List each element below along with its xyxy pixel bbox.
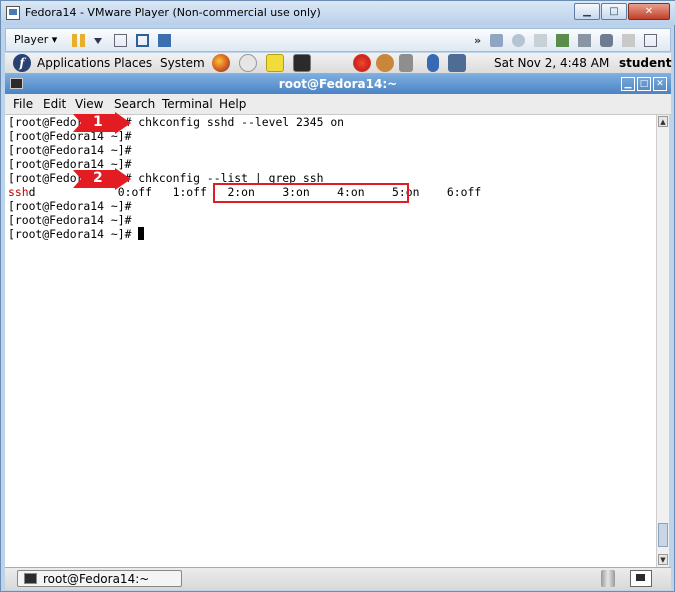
callout-arrow-2: 2	[73, 168, 133, 190]
terminal-scrollbar[interactable]: ▲ ▼	[656, 115, 669, 567]
terminal-launcher-icon[interactable]	[293, 54, 311, 72]
places-menu[interactable]: Places	[114, 56, 152, 70]
terminal-cursor	[138, 227, 145, 240]
printer-icon[interactable]	[578, 34, 591, 47]
red-arrow-icon	[73, 168, 131, 190]
terminal-window-controls: ▁ □ ✕	[619, 77, 667, 91]
network-status-icon[interactable]	[448, 54, 466, 72]
terminal-minimize-button[interactable]: ▁	[621, 77, 635, 91]
sound-card-icon[interactable]	[622, 34, 635, 47]
grep-match-highlight: ssh	[8, 185, 29, 199]
update-notifier-icon[interactable]	[353, 54, 371, 72]
applications-menu[interactable]: Applications	[37, 56, 110, 70]
callout-number-2: 2	[93, 170, 103, 186]
gnome-bottom-panel: root@Fedora14:~	[5, 567, 671, 590]
terminal-line: [root@Fedora14 ~]# chkconfig sshd --leve…	[8, 115, 345, 129]
terminal-icon	[24, 573, 37, 584]
menu-view[interactable]: View	[75, 97, 103, 111]
menu-file[interactable]: File	[13, 97, 33, 111]
terminal-line: [root@Fedora14 ~]#	[8, 199, 132, 213]
menu-search[interactable]: Search	[114, 97, 155, 111]
evolution-mail-icon[interactable]	[239, 54, 257, 72]
vmware-window-title: Fedora14 - VMware Player (Non-commercial…	[25, 6, 321, 19]
menu-edit[interactable]: Edit	[43, 97, 66, 111]
user-menu[interactable]: student	[619, 56, 671, 70]
runlevel-highlight-box	[213, 183, 409, 203]
terminal-line: [root@Fedora14 ~]#	[8, 227, 145, 241]
taskbar-terminal-label: root@Fedora14:~	[43, 572, 150, 586]
vmware-app-icon	[6, 6, 20, 20]
terminal-maximize-button[interactable]: □	[637, 77, 651, 91]
close-button[interactable]: ✕	[628, 3, 670, 20]
menu-help[interactable]: Help	[219, 97, 246, 111]
unity-icon[interactable]	[158, 34, 171, 47]
network-adapter-icon[interactable]	[556, 34, 569, 47]
fullscreen-icon[interactable]	[136, 34, 149, 47]
callout-arrow-1: 1	[73, 112, 133, 134]
vmware-title-bar: Fedora14 - VMware Player (Non-commercial…	[1, 1, 675, 25]
terminal-prompt: [root@Fedora14 ~]#	[8, 227, 139, 241]
minimize-button[interactable]: ▁	[574, 3, 600, 20]
more-arrows-icon[interactable]: »	[474, 34, 487, 47]
chevron-down-icon[interactable]	[94, 38, 102, 44]
volume-icon[interactable]	[399, 54, 413, 72]
package-icon[interactable]	[376, 54, 394, 72]
scroll-down-arrow-icon[interactable]: ▼	[658, 554, 668, 565]
message-log-icon[interactable]	[644, 34, 657, 47]
window-controls: ▁ □ ✕	[573, 3, 670, 20]
callout-number-1: 1	[93, 114, 103, 130]
scrollbar-thumb[interactable]	[658, 523, 668, 547]
workspace-switcher-icon[interactable]	[630, 570, 652, 587]
maximize-button[interactable]: □	[601, 3, 627, 20]
vmware-toolbar: Player ▾ »	[5, 28, 671, 52]
firefox-icon[interactable]	[212, 54, 230, 72]
terminal-title-bar: root@Fedora14:~ ▁ □ ✕	[5, 74, 671, 94]
terminal-line: [root@Fedora14 ~]#	[8, 213, 132, 227]
pause-icon[interactable]	[72, 34, 85, 47]
trash-icon[interactable]	[601, 570, 615, 587]
red-arrow-icon	[73, 112, 131, 134]
hard-disk-icon[interactable]	[490, 34, 503, 47]
vmware-window: Fedora14 - VMware Player (Non-commercial…	[0, 0, 675, 592]
floppy-icon[interactable]	[534, 34, 547, 47]
taskbar-terminal-button[interactable]: root@Fedora14:~	[17, 570, 182, 587]
network-devices-icon[interactable]	[114, 34, 127, 47]
text-editor-icon[interactable]	[266, 54, 284, 72]
gnome-top-panel: f Applications Places System Sat Nov 2, …	[5, 53, 671, 74]
bluetooth-icon[interactable]	[427, 54, 439, 72]
terminal-line: [root@Fedora14 ~]#	[8, 143, 132, 157]
menu-terminal[interactable]: Terminal	[162, 97, 213, 111]
scroll-up-arrow-icon[interactable]: ▲	[658, 116, 668, 127]
terminal-close-button[interactable]: ✕	[653, 77, 667, 91]
system-menu[interactable]: System	[160, 56, 205, 70]
terminal-window-title: root@Fedora14:~	[278, 77, 398, 91]
fedora-logo-icon[interactable]: f	[13, 54, 31, 72]
cd-rom-icon[interactable]	[512, 34, 525, 47]
panel-clock[interactable]: Sat Nov 2, 4:48 AM	[494, 56, 609, 70]
usb-icon[interactable]	[600, 34, 613, 47]
player-menu-button[interactable]: Player ▾	[14, 33, 57, 46]
